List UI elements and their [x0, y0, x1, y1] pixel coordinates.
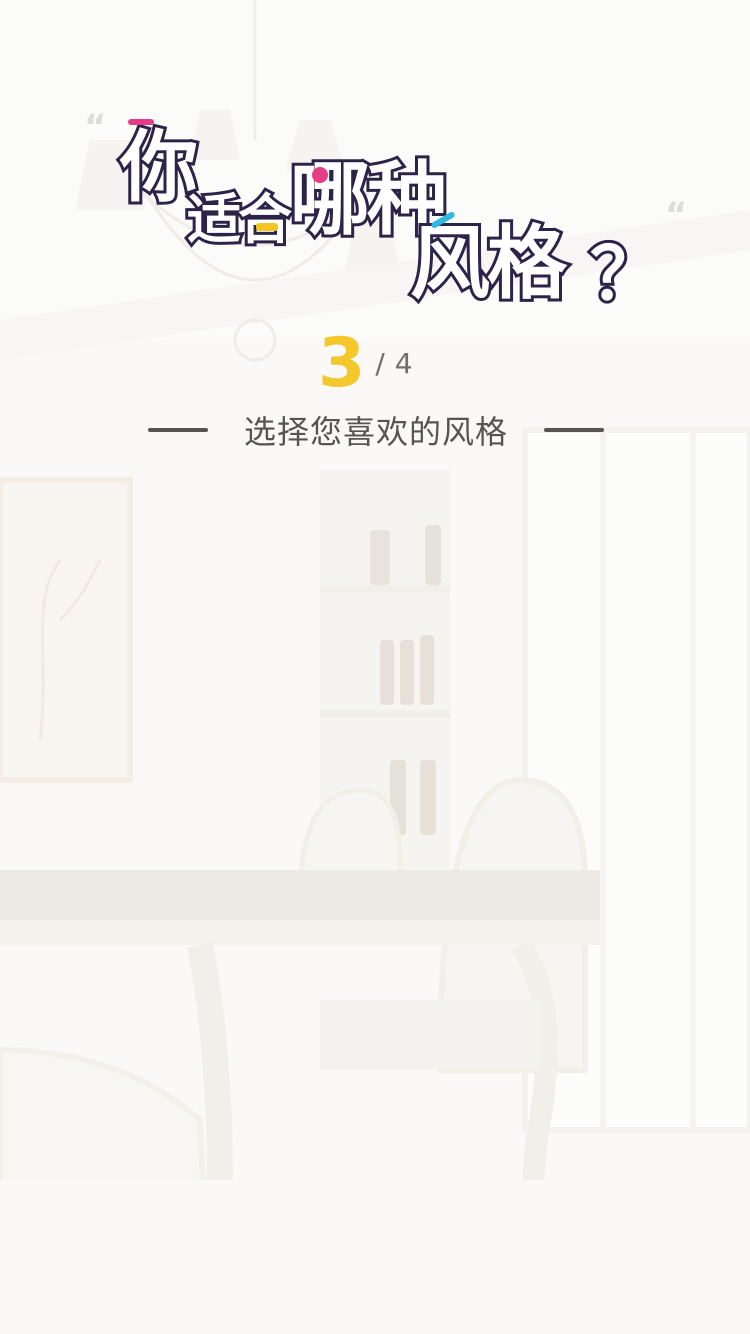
title-part-shihe: 适合 — [184, 185, 295, 254]
close-quote-mark: “ — [665, 195, 688, 235]
step-separator: / — [375, 347, 385, 380]
total-steps: 4 — [394, 347, 413, 380]
right-dash — [543, 428, 604, 432]
yellow-accent — [256, 223, 278, 231]
pink-accent — [128, 119, 154, 125]
current-step: 3 — [318, 324, 366, 403]
title-artwork: “ “ 你 适合 哪种 风格 ？ — [80, 105, 687, 319]
step-indicator: 3 / 4 — [318, 318, 413, 398]
subtitle: 选择您喜欢的风格 — [243, 413, 508, 451]
left-dash — [148, 428, 208, 432]
title-part-fengge: 风格 — [407, 214, 570, 313]
title-question-mark: ？ — [587, 229, 665, 319]
open-quote-mark: “ — [84, 107, 107, 147]
subtitle-row: 选择您喜欢的风格 — [148, 410, 604, 451]
pink-dot-accent — [312, 167, 328, 183]
